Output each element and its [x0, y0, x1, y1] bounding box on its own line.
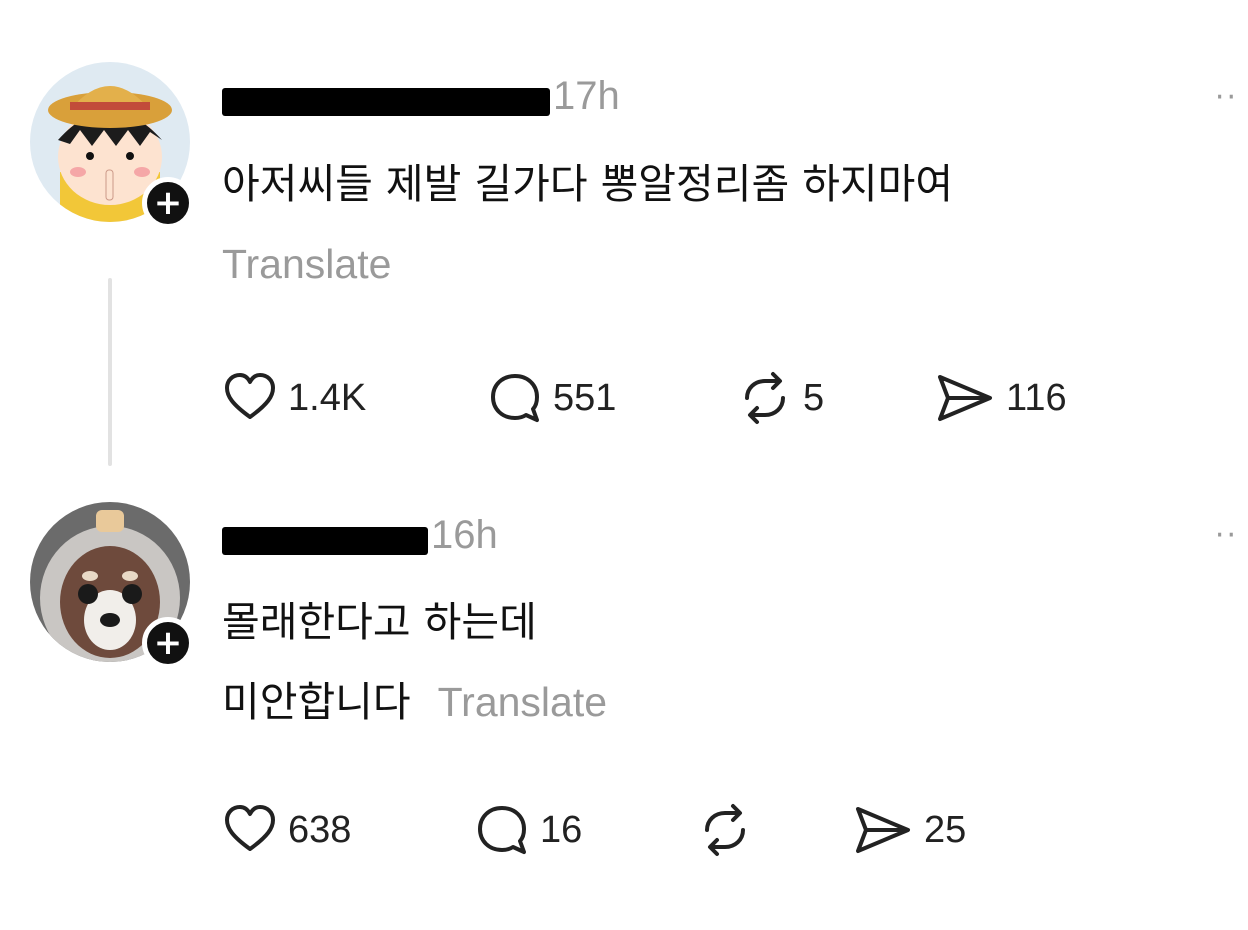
post-text: 몰래한다고 하는데	[222, 598, 537, 647]
post-text-line: 미안합니다	[222, 678, 411, 726]
share-count: 25	[924, 808, 967, 851]
share-count: 116	[1006, 376, 1067, 419]
reply-button[interactable]: 551	[487, 370, 616, 426]
like-button[interactable]: 1.4K	[222, 370, 366, 426]
more-icon[interactable]: ··	[1215, 518, 1238, 553]
repost-icon	[737, 370, 793, 426]
follow-plus-icon[interactable]: +	[142, 617, 194, 669]
repost-count: 5	[803, 376, 825, 419]
repost-button[interactable]: 5	[737, 370, 824, 426]
repost-icon	[697, 802, 753, 858]
reply-count: 551	[553, 376, 617, 419]
heart-icon	[222, 802, 278, 858]
share-button[interactable]: 116	[934, 370, 1067, 426]
repost-button[interactable]	[697, 802, 763, 858]
heart-icon	[222, 370, 278, 426]
post-text: 아저씨들 제발 길가다 뽕알정리좀 하지마여	[222, 160, 953, 209]
follow-plus-icon[interactable]: +	[142, 177, 194, 229]
post-time: 17h	[553, 74, 620, 118]
reply-button[interactable]: 16	[474, 802, 582, 858]
like-button[interactable]: 638	[222, 802, 351, 858]
redacted-username[interactable]	[222, 88, 550, 116]
redacted-username[interactable]	[222, 527, 428, 555]
share-send-icon	[852, 802, 914, 858]
post-text-second-line: 미안합니다 Translate	[222, 678, 607, 727]
post-time: 16h	[431, 513, 498, 557]
reply-bubble-icon	[487, 370, 543, 426]
post-text-line: 몰래한다고 하는데	[222, 598, 537, 646]
translate-link[interactable]: Translate	[222, 240, 391, 289]
translate-link[interactable]: Translate	[438, 679, 607, 725]
post-text-line: 아저씨들 제발 길가다 뽕알정리좀 하지마여	[222, 160, 954, 208]
like-count: 638	[288, 808, 352, 851]
like-count: 1.4K	[288, 376, 367, 419]
reply-count: 16	[540, 808, 583, 851]
share-send-icon	[934, 370, 996, 426]
more-icon[interactable]: ··	[1215, 80, 1238, 115]
reply-bubble-icon	[474, 802, 530, 858]
share-button[interactable]: 25	[852, 802, 966, 858]
thread-line	[108, 278, 112, 466]
